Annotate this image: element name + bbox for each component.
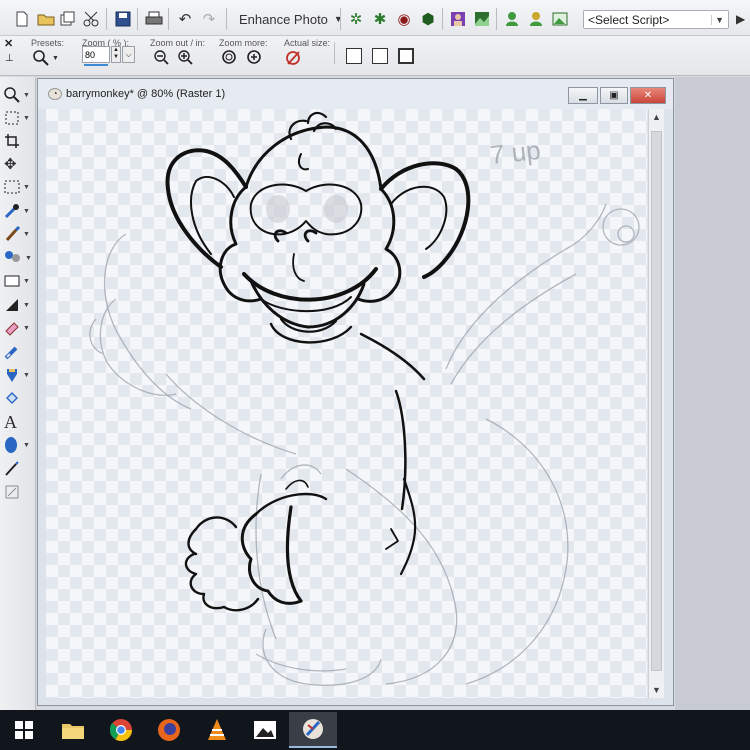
close-button[interactable]: ✕: [630, 87, 666, 104]
image-window: ◔ barrymonkey* @ 80% (Raster 1) ▁ ▣ ✕ 7 …: [37, 78, 674, 706]
zoom-in-icon[interactable]: [178, 50, 194, 66]
zoom-out-in-label: Zoom out / in:: [150, 38, 206, 48]
main-toolbar: ↶ ↷ Enhance Photo ▼ ✲ ✱ ◉ ⬢ <Select Scri…: [0, 0, 750, 36]
zoom-tool-icon[interactable]: ▼: [4, 85, 32, 105]
scroll-up-icon[interactable]: ▲: [649, 109, 664, 125]
restore-button[interactable]: ▣: [600, 87, 628, 104]
object-selector-icon[interactable]: [4, 482, 32, 502]
paintshop-pro-icon[interactable]: [289, 712, 337, 748]
color-replacer-icon[interactable]: ▼: [4, 365, 32, 385]
3d-cube-icon[interactable]: ⬢: [418, 9, 438, 29]
red-eye-icon[interactable]: ◉: [394, 9, 414, 29]
tools-palette: ▼ ▼ ✥ ▼ ▼ ▼ ▼ ▼ ▼ ▼ ▼ A ▼: [0, 77, 36, 710]
window-title-bar[interactable]: ◔ barrymonkey* @ 80% (Raster 1) ▁ ▣ ✕: [38, 79, 673, 109]
scroll-down-icon[interactable]: ▼: [649, 682, 664, 698]
taskbar: [0, 710, 750, 750]
open-folder-icon[interactable]: [36, 9, 56, 29]
crop-tool-icon[interactable]: [4, 131, 32, 151]
fit-window-button[interactable]: [346, 48, 362, 64]
zoom-stepper[interactable]: ▲ ▼: [111, 46, 121, 63]
landscape-icon[interactable]: [472, 9, 492, 29]
text-tool-icon[interactable]: A: [4, 412, 32, 432]
browse-icon[interactable]: [58, 9, 78, 29]
new-file-icon[interactable]: [12, 9, 32, 29]
workspace-background: [675, 77, 750, 710]
eraser-tool-icon[interactable]: ▼: [4, 318, 32, 338]
presets-label: Presets:: [31, 38, 65, 48]
document-title: barrymonkey* @ 80% (Raster 1): [66, 88, 226, 100]
windows-start-icon[interactable]: [0, 712, 48, 748]
zoom-underline: [84, 64, 108, 66]
move-tool-icon[interactable]: ✥: [4, 154, 32, 174]
fit-image-button[interactable]: [372, 48, 388, 64]
picture-icon[interactable]: [550, 9, 570, 29]
image-canvas[interactable]: 7 up: [46, 109, 647, 698]
dropper-tool-icon[interactable]: ▼: [4, 201, 32, 221]
chrome-icon[interactable]: [97, 712, 145, 748]
enhance-photo-menu[interactable]: Enhance Photo ▼: [233, 8, 349, 30]
photos-icon[interactable]: [241, 712, 289, 748]
rectangle-shape-icon[interactable]: ▼: [4, 271, 32, 291]
clone-brush-icon[interactable]: ▼: [4, 248, 32, 268]
chevron-down-icon: ▼: [711, 14, 724, 25]
chevron-down-icon: ▼: [333, 14, 343, 24]
undo-icon[interactable]: ↶: [175, 9, 195, 29]
portrait-icon[interactable]: [448, 9, 468, 29]
zoom-more-in-icon[interactable]: [247, 50, 265, 66]
select-script-label: <Select Script>: [588, 12, 670, 27]
vlc-icon[interactable]: [193, 712, 241, 748]
lighten-darken-icon[interactable]: ▼: [4, 295, 32, 315]
zoom-percent-field[interactable]: [82, 46, 110, 63]
minimize-button[interactable]: ▁: [568, 87, 598, 104]
actual-size-icon[interactable]: [286, 50, 302, 66]
one-step-fix-icon[interactable]: ✲: [346, 9, 366, 29]
redo-icon[interactable]: ↷: [199, 9, 219, 29]
document-icon: ◔: [48, 88, 62, 100]
file-explorer-icon[interactable]: [49, 712, 97, 748]
zoom-preset-icon[interactable]: ▼: [33, 50, 59, 66]
scissors-icon[interactable]: [82, 9, 102, 29]
preset-shape-icon[interactable]: ▼: [4, 435, 32, 455]
person-green-icon[interactable]: [502, 9, 522, 29]
monkey-sketch: 7 up: [89, 111, 640, 686]
scroll-thumb[interactable]: [651, 131, 662, 671]
enhance-photo-label: Enhance Photo: [239, 11, 328, 27]
pin-icon[interactable]: ⊥: [5, 53, 14, 64]
person-yellow-icon[interactable]: [526, 9, 546, 29]
selection-tool-icon[interactable]: ▼: [4, 108, 32, 128]
run-script-icon[interactable]: ▶: [736, 12, 745, 26]
zoom-more-label: Zoom more:: [219, 38, 268, 48]
retouch-brush-icon[interactable]: [4, 342, 32, 362]
zoom-out-icon[interactable]: [154, 50, 170, 66]
zoom-dropdown[interactable]: ⌵: [122, 46, 135, 63]
firefox-icon[interactable]: [145, 712, 193, 748]
rectangle-selection-icon[interactable]: ▼: [4, 177, 32, 197]
close-palette-icon[interactable]: ✕: [4, 37, 13, 50]
select-script-dropdown[interactable]: <Select Script> ▼: [583, 10, 729, 29]
print-icon[interactable]: [144, 9, 164, 29]
pen-tool-icon[interactable]: [4, 459, 32, 479]
vertical-scrollbar[interactable]: ▲ ▼: [648, 109, 664, 698]
flood-fill-icon[interactable]: [4, 388, 32, 408]
actual-size-label: Actual size:: [284, 38, 331, 48]
paint-brush-icon[interactable]: ▼: [4, 224, 32, 244]
save-icon[interactable]: [113, 9, 133, 29]
fit-screen-button[interactable]: [398, 48, 414, 64]
sketch-note: 7 up: [488, 135, 541, 170]
zoom-more-out-icon[interactable]: [222, 50, 240, 66]
smart-fix-icon[interactable]: ✱: [370, 9, 390, 29]
